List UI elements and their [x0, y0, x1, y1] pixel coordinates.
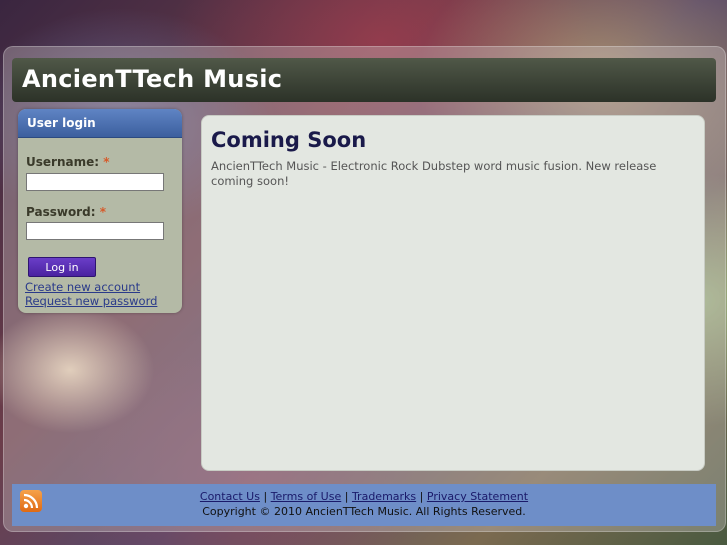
password-label: Password: *: [26, 205, 106, 219]
create-account-link[interactable]: Create new account: [25, 280, 140, 294]
copyright-text: Copyright © 2010 AncienTTech Music. All …: [202, 505, 526, 518]
username-required-mark: *: [103, 155, 110, 169]
content-body: AncienTTech Music - Electronic Rock Dubs…: [211, 159, 657, 188]
site-header: AncienTTech Music: [12, 58, 716, 102]
footer-links: Contact Us | Terms of Use | Trademarks |…: [12, 490, 716, 503]
footer-link-trademarks[interactable]: Trademarks: [352, 490, 416, 503]
username-label-text: Username:: [26, 155, 100, 169]
request-password-link[interactable]: Request new password: [25, 294, 157, 308]
site-title[interactable]: AncienTTech Music: [22, 65, 282, 93]
user-login-header: User login: [18, 109, 182, 138]
footer-separator: |: [344, 490, 349, 503]
footer-link-contact[interactable]: Contact Us: [200, 490, 260, 503]
username-label: Username: *: [26, 155, 110, 169]
username-input[interactable]: [26, 173, 164, 191]
login-button[interactable]: Log in: [28, 257, 96, 277]
content-title: Coming Soon: [211, 128, 367, 152]
footer-link-privacy[interactable]: Privacy Statement: [427, 490, 528, 503]
site-footer: Contact Us | Terms of Use | Trademarks |…: [12, 484, 716, 526]
footer-separator: |: [419, 490, 424, 503]
main-content: Coming Soon AncienTTech Music - Electron…: [201, 115, 705, 471]
footer-separator: |: [263, 490, 268, 503]
user-login-heading: User login: [27, 116, 96, 130]
password-required-mark: *: [99, 205, 106, 219]
password-label-text: Password:: [26, 205, 96, 219]
user-login-block: User login Username: * Password: * Log i…: [18, 109, 182, 313]
password-input[interactable]: [26, 222, 164, 240]
footer-link-terms[interactable]: Terms of Use: [271, 490, 342, 503]
